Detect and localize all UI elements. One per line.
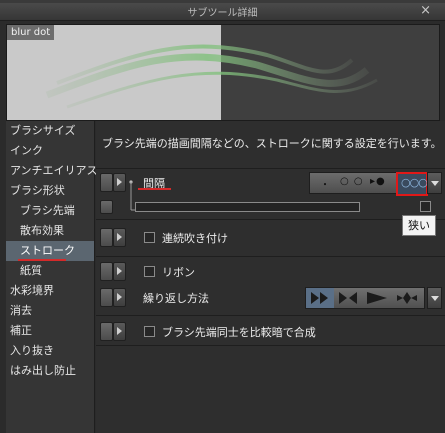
- category-sidebar: ブラシサイズ インク アンチエイリアス ブラシ形状 ブラシ先端 散布効果 ストローク 紙質 水彩…: [6, 121, 98, 433]
- sidebar-item-1[interactable]: インク: [6, 141, 94, 161]
- sidebar-item-4[interactable]: ブラシ先端: [6, 201, 94, 221]
- divider: [96, 256, 445, 257]
- pressure-lock-button[interactable]: [100, 228, 113, 247]
- expand-button[interactable]: [113, 262, 126, 281]
- spacing-label-underline: [138, 188, 171, 190]
- spacing-dropdown-arrow[interactable]: [427, 172, 442, 194]
- continuous-spray-checkbox[interactable]: [144, 232, 155, 243]
- ribbon-checkbox[interactable]: [144, 266, 155, 277]
- repeat-method-dropdown-arrow[interactable]: [427, 287, 442, 309]
- pressure-lock-button[interactable]: [100, 173, 113, 192]
- spacing-row: 間隔 ・ ○ ○ ▸● ○○○: [96, 171, 445, 211]
- section-description: ブラシ先端の描画間隔などの、ストロークに関する設定を行います。: [102, 137, 442, 150]
- continuous-spray-label: 連続吹き付け: [162, 232, 228, 245]
- repeat-method-selector[interactable]: [305, 287, 425, 309]
- repeat-method-row: 繰り返し方法: [96, 284, 445, 310]
- pressure-lock-button[interactable]: [100, 262, 113, 281]
- forward-icon[interactable]: [362, 288, 392, 308]
- divider: [96, 315, 445, 316]
- sidebar-highlight-underline: [18, 259, 66, 261]
- mirror-icon[interactable]: [392, 288, 422, 308]
- spacing-selector[interactable]: ・ ○ ○ ▸● ○○○: [309, 172, 429, 196]
- sidebar-item-10[interactable]: 補正: [6, 321, 94, 341]
- title-bar: サブツール詳細 ×: [0, 3, 445, 21]
- repeat-forward-icon[interactable]: [306, 288, 334, 308]
- sidebar-item-6[interactable]: ストローク: [6, 241, 94, 261]
- spacing-slider[interactable]: [135, 202, 360, 212]
- sidebar-item-9[interactable]: 消去: [6, 301, 94, 321]
- continuous-spray-row: 連続吹き付け: [96, 226, 445, 248]
- spacing-option-normal[interactable]: ▸●: [370, 176, 386, 187]
- ribbon-label: リボン: [162, 266, 195, 279]
- divider: [96, 345, 445, 346]
- expand-button[interactable]: [113, 228, 126, 247]
- window-title: サブツール詳細: [187, 8, 258, 19]
- spacing-slider-row: [96, 198, 445, 220]
- spacing-option-narrow[interactable]: ○○○: [396, 172, 428, 196]
- stroke-preview: blur dot: [6, 24, 440, 121]
- sidebar-item-8[interactable]: 水彩境界: [6, 281, 94, 301]
- divider: [96, 168, 445, 169]
- settings-panel: ブラシ先端の描画間隔などの、ストロークに関する設定を行います。 間隔 ・ ○ ○…: [96, 121, 445, 433]
- preview-label: blur dot: [7, 25, 55, 40]
- expand-button[interactable]: [113, 288, 126, 307]
- reverse-icon[interactable]: [334, 288, 362, 308]
- compare-density-checkbox[interactable]: [144, 326, 155, 337]
- sidebar-item-5[interactable]: 散布効果: [6, 221, 94, 241]
- spacing-option-wide[interactable]: ○ ○: [340, 176, 364, 187]
- sidebar-item-11[interactable]: 入り抜き: [6, 341, 94, 361]
- sidebar-item-3[interactable]: ブラシ形状: [6, 181, 94, 201]
- compare-density-label: ブラシ先端同士を比較暗で合成: [162, 326, 316, 339]
- sidebar-item-12[interactable]: はみ出し防止: [6, 361, 94, 381]
- repeat-method-label: 繰り返し方法: [143, 292, 209, 305]
- pressure-lock-button[interactable]: [100, 322, 113, 341]
- pressure-lock-button[interactable]: [100, 288, 113, 307]
- sidebar-item-0[interactable]: ブラシサイズ: [6, 121, 94, 141]
- ribbon-row: リボン: [96, 260, 445, 282]
- stroke-preview-drawing: [45, 44, 378, 109]
- divider: [96, 219, 445, 220]
- spacing-option-point[interactable]: ・: [320, 176, 331, 191]
- expand-button[interactable]: [113, 322, 126, 341]
- spacing-slider-checkbox[interactable]: [420, 201, 431, 212]
- sidebar-item-2[interactable]: アンチエイリアス: [6, 161, 98, 181]
- sidebar-item-7[interactable]: 紙質: [6, 261, 94, 281]
- spacing-tooltip: 狭い: [402, 215, 436, 236]
- expand-button[interactable]: [113, 173, 126, 192]
- compare-density-row: ブラシ先端同士を比較暗で合成: [96, 320, 445, 342]
- close-icon[interactable]: ×: [420, 3, 431, 18]
- slider-lock-button[interactable]: [100, 200, 113, 214]
